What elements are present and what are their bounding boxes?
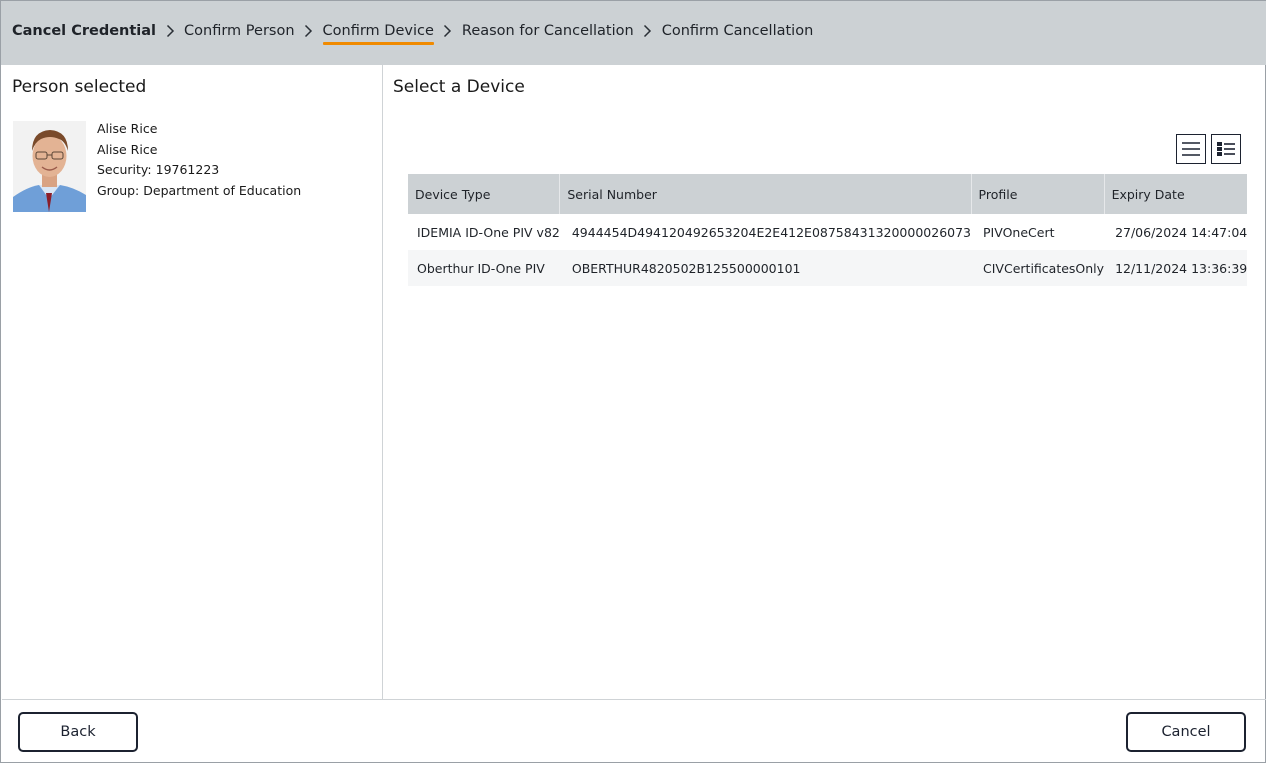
table-row[interactable]: IDEMIA ID-One PIV v82 4944454D4941204926…: [408, 214, 1247, 250]
person-photo: [13, 121, 86, 212]
column-header-expiry-date[interactable]: Expiry Date: [1103, 174, 1248, 214]
column-header-profile[interactable]: Profile: [970, 174, 1105, 214]
table-header-row: Device Type Serial Number Profile Expiry…: [408, 174, 1248, 214]
cell-serial-number: OBERTHUR4820502B125500000101: [571, 260, 801, 276]
details-view-button[interactable]: [1211, 134, 1241, 164]
chevron-right-icon: [434, 24, 462, 38]
cell-expiry-date: 27/06/2024 14:47:04: [1115, 224, 1248, 240]
person-name: Alise Rice: [97, 121, 158, 136]
breadcrumb-confirm-person[interactable]: Confirm Person: [184, 23, 295, 39]
column-header-serial-number[interactable]: Serial Number: [559, 174, 972, 214]
breadcrumb-cancel-credential: Cancel Credential: [12, 23, 157, 39]
security-label: Security:: [97, 162, 152, 177]
device-panel: Select a Device Device Type Serial Numbe…: [383, 65, 1266, 699]
group-value: Department of Education: [143, 182, 302, 198]
chevron-right-icon: [156, 24, 184, 38]
person-panel-title: Person selected: [12, 77, 147, 97]
cell-profile: CIVCertificatesOnly: [983, 260, 1105, 276]
breadcrumb-bar: Cancel Credential Confirm Person Confirm…: [1, 1, 1266, 65]
table-row[interactable]: Oberthur ID-One PIV OBERTHUR4820502B1255…: [408, 250, 1248, 286]
footer-bar: Back Cancel: [2, 699, 1266, 763]
person-details: Alise Rice Alise Rice Security: 19761223…: [97, 119, 301, 201]
breadcrumb-confirm-cancellation[interactable]: Confirm Cancellation: [662, 23, 814, 39]
chevron-right-icon: [634, 24, 662, 38]
cell-expiry-date: 12/11/2024 13:36:39: [1115, 260, 1248, 276]
breadcrumb-confirm-device[interactable]: Confirm Device: [322, 23, 435, 45]
person-display-name: Alise Rice: [97, 141, 158, 157]
list-view-icon: [1182, 142, 1200, 156]
details-view-icon: [1217, 142, 1235, 156]
breadcrumb: Cancel Credential Confirm Person Confirm…: [12, 23, 814, 45]
column-header-device-type[interactable]: Device Type: [408, 174, 560, 214]
group-label: Group:: [97, 182, 140, 198]
app-window: Cancel Credential Confirm Person Confirm…: [0, 0, 1266, 763]
person-group: Group: Department of Education: [97, 181, 301, 202]
cancel-button[interactable]: Cancel: [1126, 712, 1246, 752]
person-security: Security: 19761223: [97, 160, 301, 181]
security-value: 19761223: [155, 162, 220, 177]
chevron-right-icon: [295, 24, 323, 38]
cell-serial-number: 4944454D494120492653204E2E412E0875843132…: [571, 224, 972, 240]
list-view-button[interactable]: [1176, 134, 1206, 164]
cell-device-type: IDEMIA ID-One PIV v82: [417, 224, 560, 240]
person-panel: Person selected Alise Rice Alise Rice Se…: [2, 65, 383, 699]
device-table: Device Type Serial Number Profile Expiry…: [408, 174, 1248, 286]
back-button[interactable]: Back: [18, 712, 138, 752]
breadcrumb-reason-for-cancellation[interactable]: Reason for Cancellation: [462, 23, 634, 39]
device-panel-title: Select a Device: [393, 77, 525, 97]
cell-device-type: Oberthur ID-One PIV: [417, 260, 545, 276]
cell-profile: PIVOneCert: [983, 224, 1055, 240]
